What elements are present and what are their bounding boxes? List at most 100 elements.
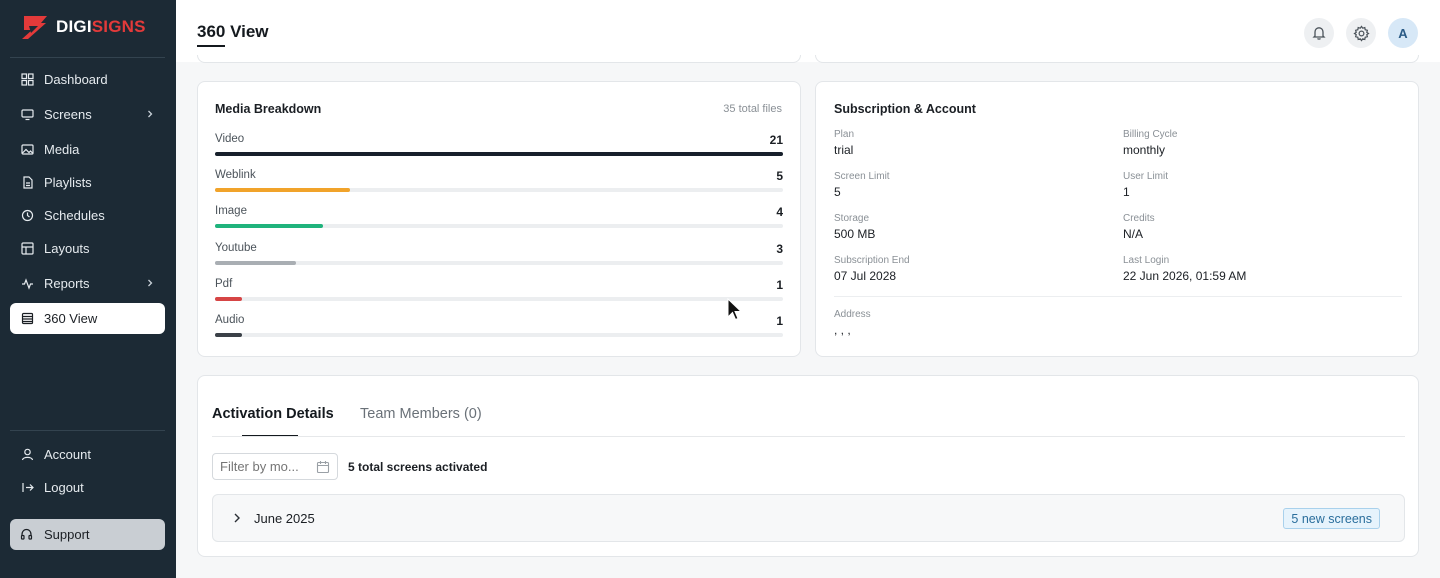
sidebar-item-label: Dashboard xyxy=(44,72,108,87)
field-label: Billing Cycle xyxy=(1123,129,1178,140)
field-value: 07 Jul 2028 xyxy=(834,269,897,283)
media-row-count: 4 xyxy=(776,205,783,219)
media-row-label: Video xyxy=(215,133,245,145)
monitor-icon xyxy=(20,108,34,122)
field-label: Last Login xyxy=(1123,255,1170,266)
month-filter[interactable] xyxy=(212,453,338,480)
field-credits: Credits N/A xyxy=(1123,213,1155,241)
logout-icon xyxy=(20,481,34,495)
month-label: June 2025 xyxy=(254,511,315,526)
sidebar-item-label: Layouts xyxy=(44,241,90,256)
field-value: N/A xyxy=(1123,227,1144,241)
media-row-count: 5 xyxy=(776,169,783,183)
media-progress-fill xyxy=(215,297,243,301)
bell-icon xyxy=(1312,27,1326,40)
sidebar-item-screens[interactable]: Screens xyxy=(10,99,165,130)
sidebar-item-layouts[interactable]: Layouts xyxy=(10,233,165,264)
media-breakdown-title: Media Breakdown xyxy=(215,102,322,116)
media-row-video: Video 21 xyxy=(215,133,783,163)
calendar-icon[interactable] xyxy=(316,460,330,474)
sidebar-item-schedules[interactable]: Schedules xyxy=(10,200,165,231)
user-icon xyxy=(20,448,34,462)
sidebar-item-dashboard[interactable]: Dashboard xyxy=(10,64,165,95)
media-row-count: 1 xyxy=(776,278,783,292)
subscription-card: Subscription & Account Plan trial Billin… xyxy=(815,81,1419,357)
top-header: 360 View A xyxy=(176,0,1440,62)
field-value: , , , xyxy=(834,323,851,337)
field-screen-limit: Screen Limit 5 xyxy=(834,171,890,199)
sidebar-item-label: Playlists xyxy=(44,175,92,190)
table-icon xyxy=(20,312,34,326)
sidebar-item-label: Reports xyxy=(44,276,90,291)
sidebar-item-logout[interactable]: Logout xyxy=(10,472,165,503)
field-label: Storage xyxy=(834,213,870,224)
media-row-count: 21 xyxy=(769,133,783,147)
media-progress-fill xyxy=(215,333,243,337)
total-files: 35 total files xyxy=(723,103,782,115)
sidebar-item-media[interactable]: Media xyxy=(10,134,165,165)
media-progress-track xyxy=(215,224,783,228)
support-label: Support xyxy=(44,527,90,542)
settings-button[interactable] xyxy=(1346,18,1376,48)
field-label: User Limit xyxy=(1123,171,1169,182)
sidebar-item-label: 360 View xyxy=(44,311,98,326)
media-row-label: Audio xyxy=(215,314,245,326)
media-progress-fill xyxy=(215,152,783,156)
notifications-button[interactable] xyxy=(1304,18,1334,48)
month-filter-input[interactable] xyxy=(220,459,312,474)
tab-activation-details[interactable]: Activation Details xyxy=(212,406,334,422)
media-progress-fill xyxy=(215,224,323,228)
layout-icon xyxy=(20,242,34,256)
media-row-youtube: Youtube 3 xyxy=(215,242,783,272)
subscription-divider xyxy=(834,296,1402,297)
media-row-image: Image 4 xyxy=(215,205,783,235)
tab-team-members[interactable]: Team Members (0) xyxy=(360,406,482,422)
media-row-count: 3 xyxy=(776,242,783,256)
brand-logo[interactable]: DIGISIGNS xyxy=(20,12,146,42)
page-title: 360 View xyxy=(197,22,269,41)
month-group-row[interactable]: June 2025 5 new screens xyxy=(212,494,1405,542)
media-row-label: Pdf xyxy=(215,278,233,290)
card-edge xyxy=(815,55,1419,63)
sidebar-divider xyxy=(10,430,165,431)
sidebar-item-account[interactable]: Account xyxy=(10,439,165,470)
mouse-cursor-icon xyxy=(727,298,743,321)
card-edge xyxy=(197,55,801,63)
field-label: Subscription End xyxy=(834,255,910,266)
sidebar-item-playlists[interactable]: Playlists xyxy=(10,167,165,198)
media-row-pdf: Pdf 1 xyxy=(215,278,783,308)
media-row-count: 1 xyxy=(776,314,783,328)
activation-count: 5 total screens activated xyxy=(348,460,488,474)
media-row-audio: Audio 1 xyxy=(215,314,783,344)
sidebar-item-reports[interactable]: Reports xyxy=(10,268,165,299)
support-button[interactable]: Support xyxy=(10,519,165,550)
field-value: 500 MB xyxy=(834,227,876,241)
clock-icon xyxy=(20,209,34,223)
tabs-divider xyxy=(212,436,1405,437)
sidebar-item-label: Logout xyxy=(44,480,84,495)
field-value: monthly xyxy=(1123,143,1166,157)
media-row-weblink: Weblink 5 xyxy=(215,169,783,199)
field-label: Address xyxy=(834,309,871,320)
chevron-right-icon[interactable] xyxy=(231,512,243,524)
sidebar-item-label: Account xyxy=(44,447,91,462)
avatar[interactable]: A xyxy=(1388,18,1418,48)
field-label: Credits xyxy=(1123,213,1155,224)
brand-part1: DIGI xyxy=(56,17,92,36)
media-progress-track xyxy=(215,297,783,301)
field-value: 5 xyxy=(834,185,841,199)
chevron-right-icon xyxy=(148,110,153,118)
chevron-right-icon xyxy=(148,279,153,287)
field-storage: Storage 500 MB xyxy=(834,213,875,241)
logo-mark-icon xyxy=(22,16,47,39)
image-icon xyxy=(20,143,34,157)
media-progress-fill xyxy=(215,261,297,265)
sidebar-item-label: Media xyxy=(44,142,80,157)
sidebar-item-360-view[interactable]: 360 View xyxy=(10,303,165,334)
activity-icon xyxy=(20,277,34,291)
media-breakdown-card: Media Breakdown 35 total files Video 21 We… xyxy=(197,81,801,357)
field-plan: Plan trial xyxy=(834,129,854,157)
brand-part2: SIGNS xyxy=(91,17,146,36)
media-row-label: Image xyxy=(215,205,247,217)
headset-icon xyxy=(20,528,34,542)
